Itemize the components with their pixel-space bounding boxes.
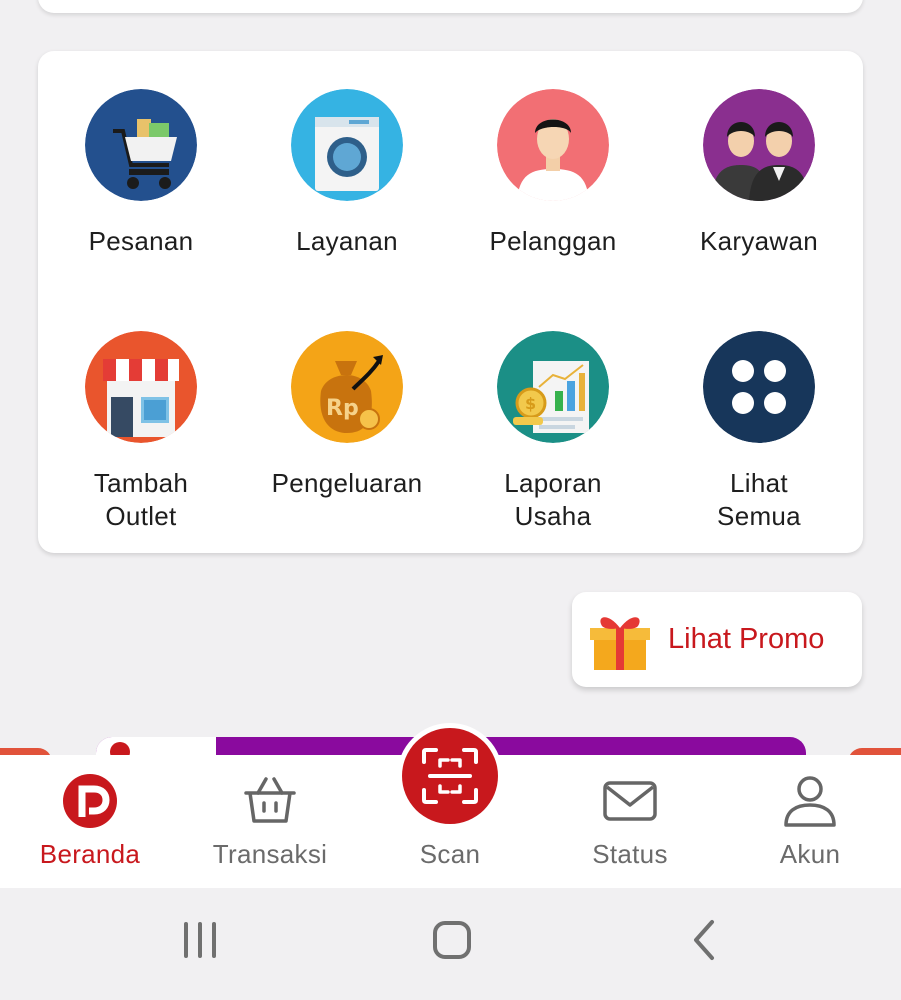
menu-label: Layanan <box>296 226 398 256</box>
nav-akun[interactable]: Akun <box>720 755 900 888</box>
recent-apps-icon[interactable] <box>170 910 230 970</box>
gift-icon <box>590 617 650 670</box>
lihat-promo-button[interactable]: Lihat Promo <box>572 592 862 687</box>
nav-label: Scan <box>419 839 481 869</box>
scan-icon <box>422 748 478 804</box>
basket-icon <box>244 777 296 823</box>
system-navigation-bar <box>0 888 901 1000</box>
mail-icon <box>603 781 657 821</box>
back-icon[interactable] <box>676 910 736 970</box>
menu-label: Tambah Outlet <box>93 468 189 531</box>
menu-label: Laporan Usaha <box>504 468 602 531</box>
user-icon <box>784 776 836 827</box>
svg-text:$: $ <box>525 394 536 413</box>
report-icon: $ <box>497 331 609 443</box>
nav-label: Akun <box>779 839 841 869</box>
home-icon[interactable] <box>422 910 482 970</box>
nav-label: Transaksi <box>212 839 328 869</box>
promo-label: Lihat Promo <box>668 623 825 655</box>
nav-label: Beranda <box>39 839 141 869</box>
svg-text:Rp: Rp <box>326 396 359 421</box>
menu-label: Pengeluaran <box>271 468 423 498</box>
nav-beranda[interactable]: Beranda <box>0 755 180 888</box>
money-bag-icon: Rp <box>291 331 403 443</box>
nav-label: Status <box>592 839 668 869</box>
grid-dots-icon <box>703 331 815 443</box>
employees-icon <box>703 89 815 201</box>
menu-label: Karyawan <box>699 226 819 256</box>
menu-label: Pelanggan <box>489 226 617 256</box>
menu-label: Pesanan <box>88 226 194 256</box>
customer-icon <box>497 89 609 201</box>
shopping-cart-icon <box>85 89 197 201</box>
scan-button[interactable] <box>402 728 498 824</box>
nav-status[interactable]: Status <box>540 755 720 888</box>
store-icon <box>85 331 197 443</box>
menu-grid-card: Pesanan Layanan Pelanggan Karyawan Tamba… <box>38 51 863 553</box>
home-logo-icon <box>63 774 117 828</box>
menu-label: Lihat Semua <box>717 468 801 531</box>
nav-transaksi[interactable]: Transaksi <box>180 755 360 888</box>
top-card-edge <box>38 0 863 13</box>
washing-machine-icon <box>291 89 403 201</box>
